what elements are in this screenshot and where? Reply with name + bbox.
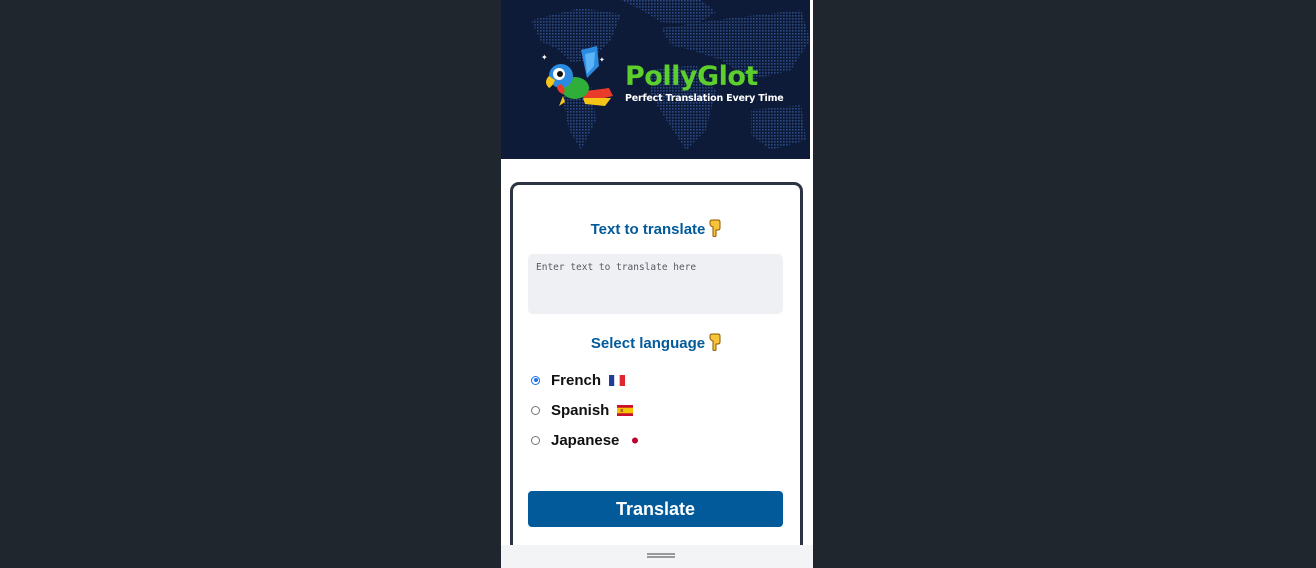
spain-flag-icon [617, 404, 634, 416]
app-viewport: ✦ ✦ ✦ PollyGlot Perfect Translation Ever… [501, 0, 813, 568]
language-section-title: Select language [513, 333, 800, 354]
translation-form-card: Text to translate Select language French… [510, 182, 803, 568]
header-banner: ✦ ✦ ✦ PollyGlot Perfect Translation Ever… [501, 0, 810, 159]
spanish-radio[interactable] [531, 405, 540, 415]
pointing-down-hand-icon [709, 333, 721, 351]
language-section-title-label: Select language [590, 335, 706, 352]
japanese-radio[interactable] [531, 435, 540, 445]
brand-tagline: Perfect Translation Every Time [625, 93, 784, 104]
language-label: French [551, 371, 602, 389]
translate-button[interactable]: Translate [528, 491, 783, 527]
bottom-sheet-bar [501, 545, 813, 568]
japan-flag-icon [627, 434, 644, 446]
brand: PollyGlot Perfect Translation Every Time [625, 60, 784, 105]
french-radio[interactable] [531, 375, 540, 385]
language-option-japanese[interactable]: Japanese [531, 429, 644, 451]
language-label: Spanish [551, 401, 610, 419]
language-label: Japanese [551, 431, 620, 449]
language-option-spanish[interactable]: Spanish [531, 399, 634, 421]
brand-name: PollyGlot [625, 61, 758, 92]
text-to-translate-input[interactable] [528, 254, 783, 314]
pointing-down-hand-icon [709, 219, 721, 237]
svg-text:✦: ✦ [541, 53, 548, 62]
text-section-title-label: Text to translate [590, 221, 706, 238]
svg-text:✦: ✦ [599, 56, 605, 64]
france-flag-icon [609, 374, 626, 386]
text-section-title: Text to translate [513, 219, 800, 240]
language-option-french[interactable]: French [531, 369, 626, 391]
parrot-icon: ✦ ✦ ✦ [541, 46, 613, 106]
drag-handle-icon[interactable] [647, 553, 675, 558]
